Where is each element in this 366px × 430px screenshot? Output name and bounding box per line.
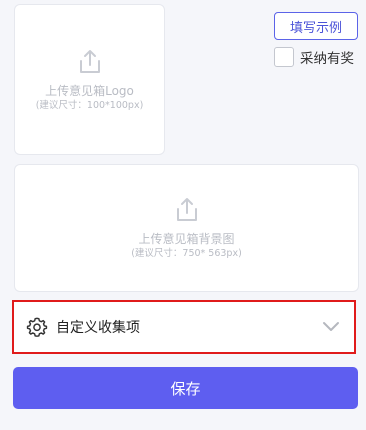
custom-collect-dropdown[interactable]: 自定义收集项 — [12, 300, 356, 354]
background-upload-hint: (建议尺寸：750* 563px) — [131, 248, 242, 259]
background-upload-card[interactable]: 上传意见箱背景图 (建议尺寸：750* 563px) — [14, 164, 359, 292]
upload-icon — [79, 49, 100, 73]
reward-checkbox[interactable] — [274, 47, 294, 67]
upload-icon — [176, 198, 197, 221]
chevron-down-icon[interactable] — [322, 321, 340, 333]
logo-upload-card[interactable]: 上传意见箱Logo (建议尺寸：100*100px) — [14, 4, 165, 155]
reward-label: 采纳有奖 — [300, 51, 354, 67]
background-upload-title: 上传意见箱背景图 — [138, 232, 235, 246]
reward-option[interactable]: 采纳有奖 — [274, 47, 354, 67]
save-button[interactable]: 保存 — [13, 367, 358, 409]
logo-upload-title: 上传意见箱Logo — [45, 83, 134, 98]
custom-collect-label: 自定义收集项 — [56, 320, 140, 336]
example-button[interactable]: 填写示例 — [274, 12, 358, 40]
logo-upload-hint: (建议尺寸：100*100px) — [35, 99, 144, 111]
gear-icon — [26, 317, 48, 337]
